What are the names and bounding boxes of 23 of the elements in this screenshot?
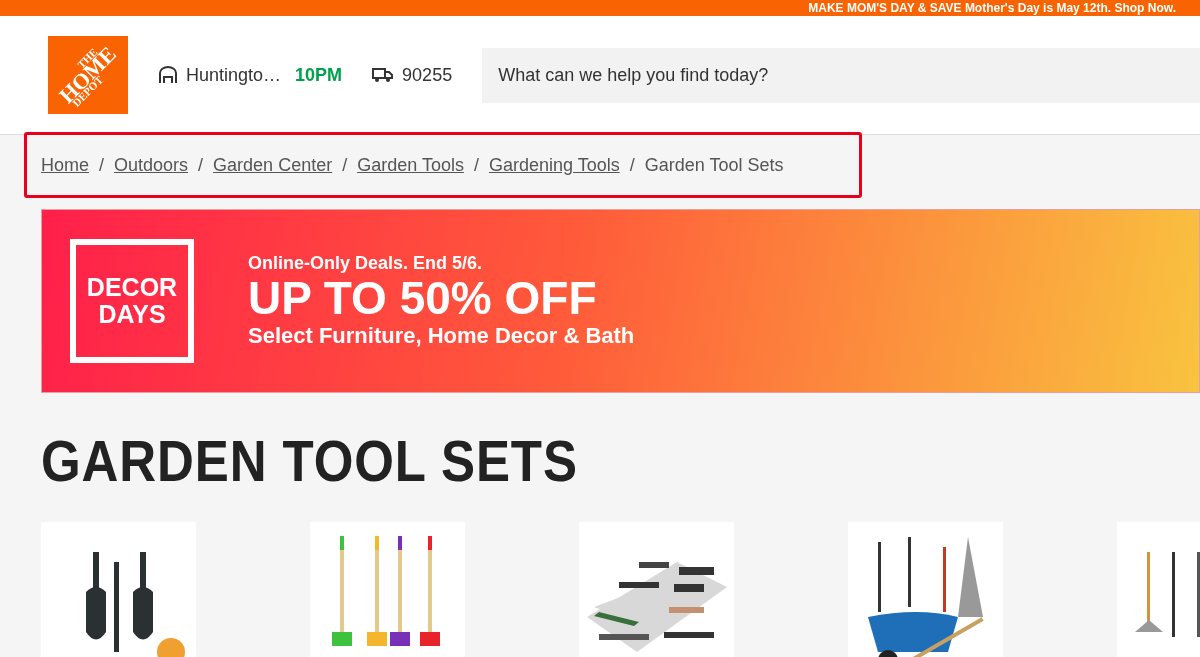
- banner-subline: Select Furniture, Home Decor & Bath: [248, 322, 635, 349]
- breadcrumb-separator: /: [99, 154, 105, 176]
- banner-headline: UP TO 50% OFF: [248, 274, 598, 323]
- breadcrumb-separator: /: [198, 154, 204, 176]
- breadcrumb-link[interactable]: Outdoors: [114, 154, 189, 176]
- store-hours: 10PM: [295, 64, 343, 86]
- breadcrumb-separator: /: [629, 154, 635, 176]
- decor-days-badge: DECOR DAYS: [70, 239, 194, 363]
- breadcrumb-separator: /: [473, 154, 479, 176]
- search-field[interactable]: What can we help you find today?: [482, 47, 1200, 103]
- truck-icon: [372, 67, 395, 83]
- page-title: GARDEN TOOL SETS: [41, 427, 579, 494]
- breadcrumb-current[interactable]: Garden Tool Sets: [644, 154, 784, 176]
- breadcrumb-link[interactable]: Garden Tools: [357, 154, 464, 176]
- banner-kicker: Online-Only Deals. End 5/6.: [248, 253, 484, 275]
- delivery-zip[interactable]: 90255: [402, 64, 453, 86]
- breadcrumb-separator: /: [342, 154, 348, 176]
- breadcrumb-link[interactable]: Gardening Tools: [488, 154, 620, 176]
- breadcrumb-link[interactable]: Home: [41, 154, 89, 176]
- promo-banner[interactable]: DECOR DAYS Online-Only Deals. End 5/6. UP TO 50% OFF Select Furniture, Home Decor & Bath: [41, 209, 1200, 393]
- breadcrumb-link[interactable]: Garden Center: [213, 154, 333, 176]
- store-name[interactable]: Huntingto…: [186, 64, 282, 86]
- store-icon: [158, 66, 178, 84]
